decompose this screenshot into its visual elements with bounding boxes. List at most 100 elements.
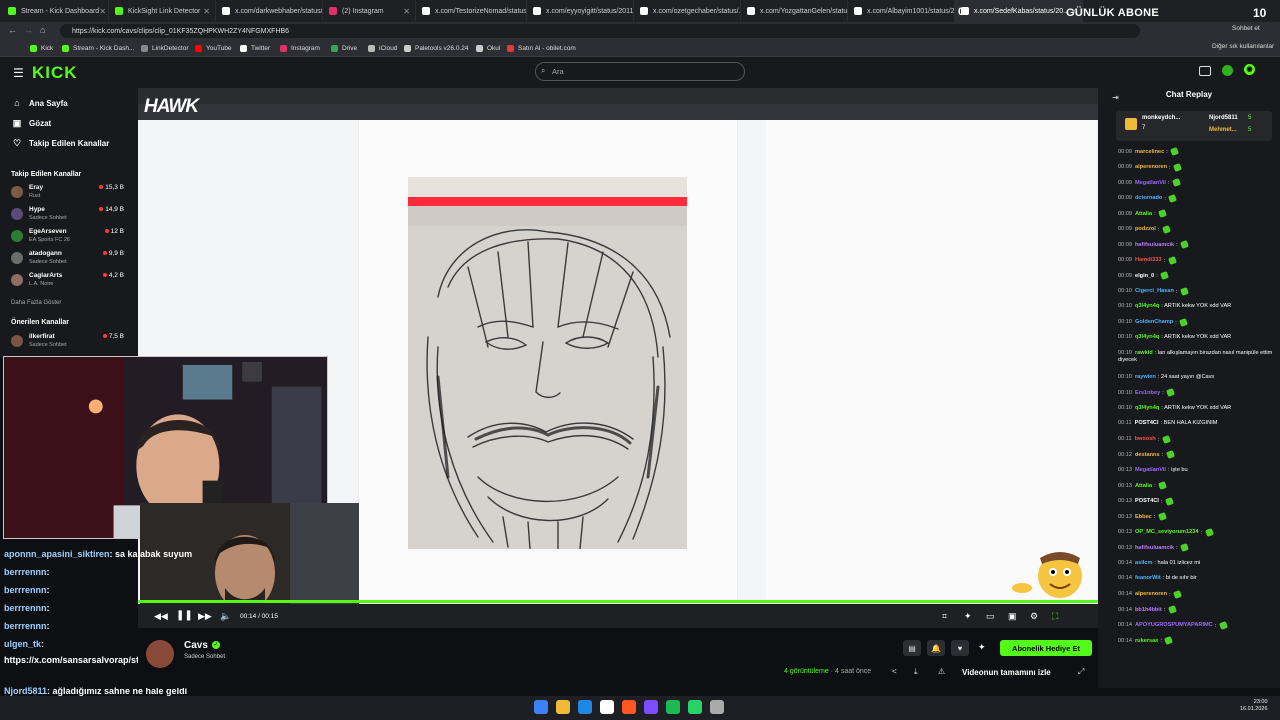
chat-username[interactable]: asilcm	[1135, 560, 1152, 566]
tab-close-icon[interactable]: ✕	[403, 7, 410, 16]
sparkle-icon[interactable]: ✦	[978, 642, 986, 653]
chat-username[interactable]: q3l4yn4q	[1135, 405, 1159, 411]
avatar[interactable]: ◉	[1244, 64, 1255, 75]
channel-name[interactable]: Cavs	[184, 640, 208, 651]
chat-username[interactable]: POST4Cl	[1135, 420, 1159, 426]
chat-username[interactable]: APOYUGROSPUMYAPARIMC	[1135, 622, 1213, 628]
settings-icon[interactable]	[710, 700, 724, 714]
browser-tab[interactable]: x.com/ozetgechaber/status/...✕	[634, 0, 741, 22]
expand-icon[interactable]: ⤢	[1078, 667, 1084, 677]
chat-username[interactable]: marcelinec	[1135, 149, 1164, 155]
bookmark-item[interactable]: Instagram	[280, 40, 320, 56]
inbox-icon[interactable]	[1199, 66, 1211, 76]
browser-tab[interactable]: Stream - Kick Dashboard ✕	[2, 0, 109, 22]
back-icon[interactable]: ←	[8, 25, 17, 35]
forward-icon[interactable]: ▶▶	[198, 611, 212, 622]
heart-icon[interactable]: ♥	[951, 640, 969, 656]
home-browser-icon[interactable]: ⌂	[40, 25, 45, 35]
chat-username[interactable]: raywien	[1135, 374, 1156, 380]
chat-username[interactable]: Cigerci_Hasan	[1135, 288, 1174, 294]
chat-username[interactable]: Attalia	[1135, 483, 1152, 489]
chat-username[interactable]: Ebbec	[1135, 514, 1152, 520]
volume-icon[interactable]: 🔈	[220, 611, 231, 622]
chat-username[interactable]: q3l4yn4q	[1135, 303, 1159, 309]
fullscreen-icon[interactable]: ⛶	[1052, 611, 1058, 622]
pip-icon[interactable]: ▣	[1008, 611, 1017, 622]
rewind-icon[interactable]: ◀◀	[154, 611, 168, 622]
discord-icon[interactable]	[644, 700, 658, 714]
clip-icon-button[interactable]: ▤	[903, 640, 921, 656]
sparkle-icon[interactable]: ✦	[964, 611, 972, 622]
chat-username[interactable]: alperenoren	[1135, 591, 1167, 597]
chat-username[interactable]: destanns	[1135, 452, 1160, 458]
chat-username[interactable]: Ers1nbey	[1135, 390, 1160, 396]
start-icon[interactable]	[534, 700, 548, 714]
chat-username[interactable]: elgin_0	[1135, 273, 1154, 279]
chat-username[interactable]: dctornado	[1135, 195, 1162, 201]
chat-profile-button[interactable]: Sohbet et	[1232, 25, 1260, 32]
report-icon[interactable]: ⚠	[938, 667, 945, 676]
menu-icon[interactable]: ☰	[13, 66, 24, 80]
forward-icon[interactable]: →	[24, 25, 33, 35]
other-bookmarks[interactable]: Diğer sık kullanılanlar	[1212, 43, 1274, 50]
bookmark-item[interactable]: Twitter	[240, 40, 270, 56]
brave-icon[interactable]	[622, 700, 636, 714]
browser-tab[interactable]: x.com/Albayim1001/status/2011...✕	[848, 0, 955, 22]
bookmark-item[interactable]: Okul	[476, 40, 500, 56]
share-icon[interactable]: <	[892, 667, 897, 676]
bell-icon[interactable]: 🔔	[927, 640, 945, 656]
chat-username[interactable]: Hamdi333	[1135, 257, 1161, 263]
bookmark-item[interactable]: iCloud	[368, 40, 397, 56]
chat-username[interactable]: POST4Cl	[1135, 498, 1159, 504]
browser-tab[interactable]: x.com/SedefKabas/status/20... ✕	[955, 0, 1083, 22]
search-input[interactable]: Ara	[535, 62, 745, 81]
chat-username[interactable]: Attalia	[1135, 211, 1152, 217]
points-icon[interactable]	[1222, 65, 1233, 76]
download-icon[interactable]: ⤓	[914, 667, 918, 677]
pause-icon[interactable]: ❚❚	[176, 610, 193, 621]
bookmark-item[interactable]: Drive	[331, 40, 357, 56]
folder-icon[interactable]	[556, 700, 570, 714]
chat-username[interactable]: rukersax	[1135, 638, 1158, 644]
chat-username[interactable]: q3l4yn4q	[1135, 334, 1159, 340]
chat-username[interactable]: feanorWit	[1135, 575, 1161, 581]
bookmark-item[interactable]: Kick	[30, 40, 53, 56]
chat-username[interactable]: bb1h4bbit	[1135, 607, 1162, 613]
edge-icon[interactable]	[578, 700, 592, 714]
show-more-link[interactable]: Daha Fazla Göster	[11, 300, 61, 306]
url-input[interactable]: https://kick.com/cavs/clips/clip_01KF35Z…	[60, 24, 1140, 38]
nav-item[interactable]: ♡ Takip Edilen Kanallar	[12, 138, 109, 149]
browser-tab[interactable]: x.com/eyyoyigitt/status/2011...✕	[527, 0, 634, 22]
channel-item[interactable]: CaglarArts L.A. Noire 4,2 B	[11, 272, 124, 292]
browser-tab[interactable]: x.com/darkwebhaber/status/...✕	[216, 0, 323, 22]
browser-tab[interactable]: x.com/YozgattanGelen/status/...✕	[741, 0, 848, 22]
tab-close-icon[interactable]: ✕	[99, 7, 106, 16]
nav-item[interactable]: ▣ Gözat	[12, 118, 52, 129]
chat-username[interactable]: MegatlanVil	[1135, 180, 1166, 186]
chat-username[interactable]: OP_MC_seviyorum1234	[1135, 529, 1198, 535]
theater-icon[interactable]: ▭	[986, 611, 995, 622]
crop-icon[interactable]: ⌗	[942, 611, 947, 622]
steam-icon[interactable]	[600, 700, 614, 714]
browser-tab[interactable]: x.com/TestorizeNomad/status/...✕	[416, 0, 527, 22]
chat-username[interactable]: MegatlanVil	[1135, 467, 1166, 473]
chat-username[interactable]: hafifsuluamcik	[1135, 545, 1174, 551]
chat-username[interactable]: bwoosh	[1135, 436, 1156, 442]
whatsapp-icon[interactable]	[688, 700, 702, 714]
channel-item[interactable]: EgeArseven EA Sports FC 26 12 B	[11, 228, 124, 248]
bookmark-item[interactable]: LinkDetector	[141, 40, 189, 56]
nav-item[interactable]: ⌂ Ana Sayfa	[12, 98, 67, 108]
bookmark-item[interactable]: Stream - Kick Dash...	[62, 40, 134, 56]
settings-icon[interactable]: ⚙	[1030, 611, 1038, 622]
channel-item[interactable]: ilkerfirat Sadece Sohbet 7,5 B	[11, 333, 124, 353]
browser-tab[interactable]: KickSight Link Detector ✕	[109, 0, 216, 22]
channel-avatar[interactable]	[146, 640, 174, 668]
bookmark-item[interactable]: Satın Al - obilet.com	[507, 40, 576, 56]
chat-username[interactable]: rawkid	[1135, 350, 1153, 356]
chat-username[interactable]: GoldenChamp	[1135, 319, 1173, 325]
watch-full-video-link[interactable]: Videonun tamamını izle	[962, 668, 1051, 677]
kick-logo[interactable]: KICK	[32, 63, 78, 83]
bookmark-item[interactable]: Paletools v26.0.24	[404, 40, 468, 56]
clip-progress-bar[interactable]	[138, 600, 1098, 603]
chat-username[interactable]: podzzol	[1135, 226, 1156, 232]
